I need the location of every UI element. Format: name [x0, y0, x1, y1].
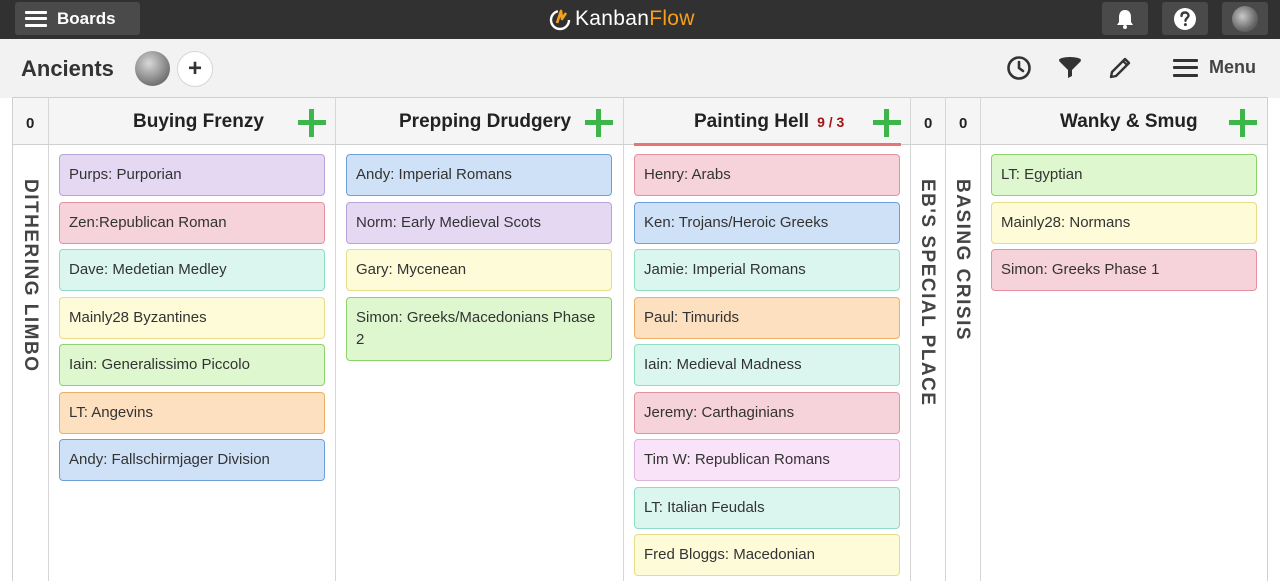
column-title[interactable]: Prepping Drudgery [399, 111, 571, 133]
task-card[interactable]: LT: Angevins [59, 392, 325, 434]
logo-mark-icon [549, 9, 571, 31]
column-title-wrap: Painting Hell 9 / 3 [694, 111, 844, 133]
column-header: Painting Hell 9 / 3 [624, 97, 910, 146]
task-card[interactable]: Jamie: Imperial Romans [634, 249, 900, 291]
clock-icon[interactable] [1006, 55, 1032, 81]
menu-label: Menu [1209, 57, 1256, 77]
task-card[interactable]: Mainly28 Byzantines [59, 297, 325, 339]
task-card[interactable]: Iain: Generalissimo Piccolo [59, 344, 325, 386]
task-card[interactable]: LT: Italian Feudals [634, 487, 900, 529]
column-header: Wanky & Smug [981, 97, 1267, 145]
task-card[interactable]: Simon: Greeks Phase 1 [991, 249, 1257, 291]
add-task-plus-icon[interactable] [1228, 108, 1258, 138]
column-count: 0 [26, 115, 35, 132]
logo-text-kanban: Kanban [575, 7, 650, 30]
menu-hamburger-icon [1173, 58, 1198, 77]
task-card[interactable]: Purps: Purporian [59, 154, 325, 196]
column-count: 0 [924, 115, 933, 132]
column-wanky-and-smug: Wanky & Smug LT: Egyptian Mainly28: Norm… [981, 97, 1267, 581]
column-title[interactable]: Wanky & Smug [1060, 111, 1198, 133]
task-card[interactable]: Henry: Arabs [634, 154, 900, 196]
column-header: 0 [946, 97, 980, 145]
user-menu-button[interactable] [1222, 2, 1268, 35]
notifications-button[interactable] [1102, 2, 1148, 35]
boards-label: Boards [57, 8, 116, 28]
bell-icon [1117, 9, 1133, 29]
board-title[interactable]: Ancients [21, 56, 114, 82]
top-bar: Boards KanbanFlow [0, 0, 1280, 39]
column-prepping-drudgery: Prepping Drudgery Andy: Imperial Romans … [336, 97, 624, 581]
wip-exceeded-bar [634, 143, 901, 146]
column-painting-hell: Painting Hell 9 / 3 Henry: Arabs Ken: Tro… [624, 97, 911, 581]
task-card[interactable]: Jeremy: Carthaginians [634, 392, 900, 434]
task-card[interactable]: LT: Egyptian [991, 154, 1257, 196]
board-header: Ancients + Menu [0, 39, 1280, 98]
task-card[interactable]: Ken: Trojans/Heroic Greeks [634, 202, 900, 244]
column-title[interactable]: Buying Frenzy [133, 111, 264, 133]
task-card[interactable]: Tim W: Republican Romans [634, 439, 900, 481]
task-card[interactable]: Andy: Imperial Romans [346, 154, 612, 196]
column-ebs-special-place[interactable]: 0 EB'S SPECIAL PLACE [911, 97, 946, 581]
task-card[interactable]: Mainly28: Normans [991, 202, 1257, 244]
task-card[interactable]: Fred Bloggs: Macedonian [634, 534, 900, 576]
hamburger-icon [25, 10, 47, 27]
task-card[interactable]: Paul: Timurids [634, 297, 900, 339]
kanban-board: 0 DITHERING LIMBO Buying Frenzy Purps: P… [12, 97, 1268, 581]
filter-icon[interactable] [1057, 55, 1083, 81]
kanbanflow-logo: KanbanFlow [548, 5, 695, 33]
add-member-button[interactable]: + [177, 51, 213, 87]
task-card[interactable]: Iain: Medieval Madness [634, 344, 900, 386]
task-card[interactable]: Gary: Mycenean [346, 249, 612, 291]
column-header: Prepping Drudgery [336, 97, 623, 145]
logo-text-flow: Flow [649, 7, 695, 30]
task-card[interactable]: Zen:Republican Roman [59, 202, 325, 244]
add-task-plus-icon[interactable] [872, 108, 902, 138]
wip-limit-indicator: 9 / 3 [817, 114, 845, 130]
help-button[interactable] [1162, 2, 1208, 35]
add-task-plus-icon[interactable] [297, 108, 327, 138]
task-card[interactable]: Dave: Medetian Medley [59, 249, 325, 291]
column-dithering-limbo[interactable]: 0 DITHERING LIMBO [13, 97, 49, 581]
column-count: 0 [959, 115, 968, 132]
collapsed-column-label[interactable]: DITHERING LIMBO [19, 179, 41, 373]
task-card[interactable]: Norm: Early Medieval Scots [346, 202, 612, 244]
member-avatar[interactable] [135, 51, 170, 86]
pencil-icon[interactable] [1107, 55, 1133, 81]
column-header: 0 [13, 97, 48, 145]
column-basing-crisis[interactable]: 0 BASING CRISIS [946, 97, 981, 581]
collapsed-column-label[interactable]: BASING CRISIS [951, 179, 973, 341]
task-card[interactable]: Simon: Greeks/Macedonians Phase 2 [346, 297, 612, 361]
help-icon [1174, 7, 1196, 30]
boards-button[interactable]: Boards [15, 2, 140, 35]
column-header: Buying Frenzy [49, 97, 335, 145]
menu-button[interactable]: Menu [1173, 57, 1256, 78]
user-avatar [1232, 5, 1258, 32]
collapsed-column-label[interactable]: EB'S SPECIAL PLACE [916, 179, 938, 407]
column-header: 0 [911, 97, 945, 145]
add-task-plus-icon[interactable] [584, 108, 614, 138]
column-title[interactable]: Painting Hell [694, 111, 809, 132]
task-card[interactable]: Andy: Fallschirmjager Division [59, 439, 325, 481]
column-buying-frenzy: Buying Frenzy Purps: Purporian Zen:Repub… [49, 97, 336, 581]
